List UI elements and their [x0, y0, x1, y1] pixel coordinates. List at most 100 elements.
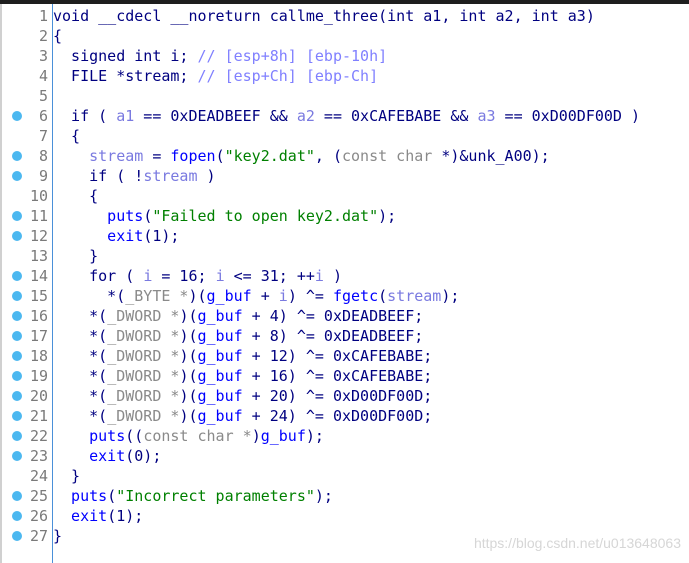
code-text: *(_DWORD *)(g_buf + 24) ^= 0xD00DF00D; — [53, 406, 432, 426]
breakpoint-dot-icon[interactable] — [12, 411, 22, 421]
code-token: "Failed to open key2.dat" — [152, 207, 379, 225]
watermark: https://blog.csdn.net/u013648063 — [473, 535, 681, 551]
code-token: "Incorrect parameters" — [116, 487, 315, 505]
code-token: signed int i; — [53, 47, 198, 65]
code-token: *( — [53, 327, 108, 345]
code-token: <= 31; ++ — [224, 267, 315, 285]
line-number: 7 — [38, 127, 48, 145]
code-token: == 0xDEADBEEF && — [134, 107, 297, 125]
code-token: _DWORD * — [107, 327, 180, 345]
breakpoint-dot-icon[interactable] — [12, 111, 22, 121]
line-number: 12 — [29, 227, 48, 245]
code-text: if ( !stream ) — [53, 166, 215, 186]
code-token: + 8) ^= 0xDEADBEEF; — [242, 327, 424, 345]
code-token: _DWORD * — [107, 347, 180, 365]
code-text: stream = fopen("key2.dat", (const char *… — [53, 146, 550, 166]
code-token: ); — [305, 427, 324, 445]
line-number: 26 — [29, 507, 48, 525]
code-token: _DWORD * — [107, 407, 180, 425]
code-token: { — [53, 27, 63, 45]
line-number: 24 — [29, 467, 48, 485]
code-token: _DWORD * — [107, 367, 180, 385]
breakpoint-dot-icon[interactable] — [12, 391, 22, 401]
code-token: (( — [125, 427, 144, 445]
code-token: (1); — [107, 507, 144, 525]
code-text: *(_DWORD *)(g_buf + 16) ^= 0xCAFEBABE; — [53, 366, 432, 386]
breakpoint-dot-icon[interactable] — [12, 331, 22, 341]
breakpoint-dot-icon[interactable] — [12, 211, 22, 221]
window-top-bar — [0, 0, 689, 4]
code-token: _DWORD * — [107, 387, 180, 405]
code-token: )( — [179, 407, 198, 425]
code-token: for ( — [53, 267, 144, 285]
line-number: 17 — [29, 327, 48, 345]
code-token: ( — [215, 147, 225, 165]
breakpoint-dot-icon[interactable] — [12, 151, 22, 161]
code-text: *(_DWORD *)(g_buf + 20) ^= 0xD00DF00D; — [53, 386, 432, 406]
code-text: { — [53, 186, 98, 206]
code-token: "key2.dat" — [224, 147, 315, 165]
code-token: g_buf — [197, 327, 243, 345]
breakpoint-dot-icon[interactable] — [12, 531, 22, 541]
breakpoint-dot-icon[interactable] — [12, 231, 22, 241]
code-token: void __cdecl __noreturn callme_three(int… — [53, 7, 595, 25]
code-token: g_buf — [197, 387, 243, 405]
line-number: 18 — [29, 347, 48, 365]
code-token: + 4) ^= 0xDEADBEEF; — [242, 307, 424, 325]
line-number: 5 — [38, 87, 48, 105]
left-border — [0, 4, 2, 563]
code-token: ); — [314, 487, 333, 505]
breakpoint-dot-icon[interactable] — [12, 271, 22, 281]
code-token: g_buf — [260, 427, 306, 445]
code-token: = — [143, 147, 171, 165]
code-token: ); — [378, 207, 397, 225]
code-text: for ( i = 16; i <= 31; ++i ) — [53, 266, 342, 286]
code-token: } — [53, 247, 99, 265]
code-token: puts — [53, 487, 108, 505]
code-text: puts((const char *)g_buf); — [53, 426, 324, 446]
code-token: *( — [53, 387, 108, 405]
breakpoint-dot-icon[interactable] — [12, 431, 22, 441]
line-number: 8 — [38, 147, 48, 165]
code-token: + — [251, 287, 279, 305]
code-token: const char — [342, 147, 433, 165]
code-text: } — [53, 466, 80, 486]
code-token: g_buf — [197, 347, 243, 365]
code-token: )( — [179, 347, 198, 365]
code-token: puts — [53, 207, 144, 225]
breakpoint-dot-icon[interactable] — [12, 451, 22, 461]
breakpoint-dot-icon[interactable] — [12, 511, 22, 521]
breakpoint-dot-icon[interactable] — [12, 171, 22, 181]
code-token: stream — [387, 287, 442, 305]
breakpoint-dot-icon[interactable] — [12, 371, 22, 381]
code-token: g_buf — [206, 287, 252, 305]
code-token: )( — [179, 387, 198, 405]
code-text: exit(1); — [53, 506, 143, 526]
code-token: g_buf — [197, 407, 243, 425]
code-token: a2 — [296, 107, 315, 125]
code-text: { — [53, 126, 80, 146]
code-token: const char * — [143, 427, 252, 445]
breakpoint-dot-icon[interactable] — [12, 491, 22, 501]
line-number: 3 — [38, 47, 48, 65]
code-token: *( — [53, 347, 108, 365]
code-token: == 0xCAFEBABE && — [314, 107, 478, 125]
code-token: a3 — [477, 107, 496, 125]
code-token: + 20) ^= 0xD00DF00D; — [242, 387, 433, 405]
code-token: } — [53, 527, 63, 545]
code-token: = 16; — [152, 267, 216, 285]
line-number: 23 — [29, 447, 48, 465]
code-token: ); — [441, 287, 460, 305]
line-number: 1 — [38, 7, 48, 25]
code-token: stream — [143, 167, 198, 185]
breakpoint-dot-icon[interactable] — [12, 311, 22, 321]
code-text: exit(0); — [53, 446, 161, 466]
breakpoint-dot-icon[interactable] — [12, 351, 22, 361]
code-token: i — [215, 267, 225, 285]
code-token: *( — [53, 367, 108, 385]
line-number: 10 — [29, 187, 48, 205]
code-token: // [esp+8h] [ebp-10h] — [197, 47, 388, 65]
code-token: stream — [53, 147, 144, 165]
code-token: exit — [53, 227, 144, 245]
breakpoint-dot-icon[interactable] — [12, 291, 22, 301]
